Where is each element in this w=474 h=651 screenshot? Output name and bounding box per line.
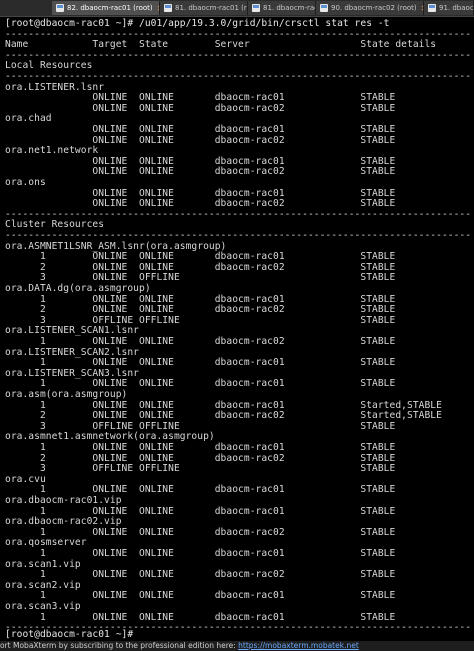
- terminal-icon: [320, 4, 328, 12]
- tab-session-91[interactable]: 91. dbaocm-rac01 (root): [424, 1, 474, 15]
- terminal-icon: [56, 4, 64, 12]
- tab-session-82[interactable]: 82. dbaocm-rac01 (root) ✕: [52, 1, 160, 15]
- terminal-line: ONLINE ONLINE dbaocm-rac02 STABLE: [5, 166, 396, 178]
- terminal-line: ONLINE ONLINE dbaocm-rac02 STABLE: [5, 102, 396, 114]
- terminal-line: ora.asm(ora.asmgroup): [5, 389, 128, 400]
- tab-bar: 82. dbaocm-rac01 (root) ✕ 81. dbaocm-rac…: [0, 0, 474, 17]
- subscription-link[interactable]: https://mobaxterm.mobatek.net: [238, 641, 359, 650]
- terminal-icon: [164, 4, 172, 12]
- terminal-line: 3 OFFLINE OFFLINE STABLE: [5, 463, 396, 475]
- status-text: ort MobaXterm by subscribing to the prof…: [0, 641, 239, 650]
- terminal-line: ONLINE ONLINE dbaocm-rac01 STABLE: [5, 124, 396, 135]
- tab-label: 90. dbaocm-rac02 (root): [331, 4, 417, 12]
- terminal-line: ora.scan3.vip: [5, 601, 81, 612]
- status-bar: ort MobaXterm by subscribing to the prof…: [0, 641, 474, 651]
- terminal-icon: [252, 4, 260, 12]
- terminal-line: ----------------------------------------…: [5, 230, 472, 241]
- tab-session-81-rac01[interactable]: 81. dbaocm-rac01 (root): [160, 1, 248, 15]
- tab-session-90[interactable]: 90. dbaocm-rac02 (root) ✕: [316, 1, 424, 15]
- terminal-line: 1 ONLINE ONLINE dbaocm-rac02 STABLE: [5, 336, 396, 347]
- terminal-line: ora.dbaocm-rac01.vip: [5, 495, 122, 506]
- tab-session-81-rac02[interactable]: 81. dbaocm-rac02 (root): [248, 1, 316, 15]
- close-icon[interactable]: ✕: [417, 4, 423, 13]
- terminal-output[interactable]: [root@dbaocm-rac01 ~]# /u01/app/19.3.0/g…: [0, 17, 474, 641]
- tab-label: 81. dbaocm-rac02 (root): [263, 4, 315, 12]
- terminal-line: ----------------------------------------…: [5, 71, 472, 82]
- tab-label: 82. dbaocm-rac01 (root): [67, 4, 153, 12]
- terminal-line: ora.DATA.dg(ora.asmgroup): [5, 283, 151, 294]
- tab-label: 81. dbaocm-rac01 (root): [175, 4, 247, 12]
- terminal-prompt: [root@dbaocm-rac01 ~]#: [5, 628, 134, 640]
- terminal-line: ora.ons: [5, 177, 46, 188]
- terminal-line: 1 ONLINE ONLINE dbaocm-rac01 STABLE: [5, 548, 396, 559]
- tab-label: 91. dbaocm-rac01 (root): [439, 4, 474, 12]
- terminal-line: 1 ONLINE ONLINE dbaocm-rac01 STABLE: [5, 442, 396, 453]
- terminal-icon: [428, 4, 436, 12]
- terminal-line: [root@dbaocm-rac01 ~]# /u01/app/19.3.0/g…: [5, 18, 390, 29]
- close-icon[interactable]: ✕: [153, 4, 159, 13]
